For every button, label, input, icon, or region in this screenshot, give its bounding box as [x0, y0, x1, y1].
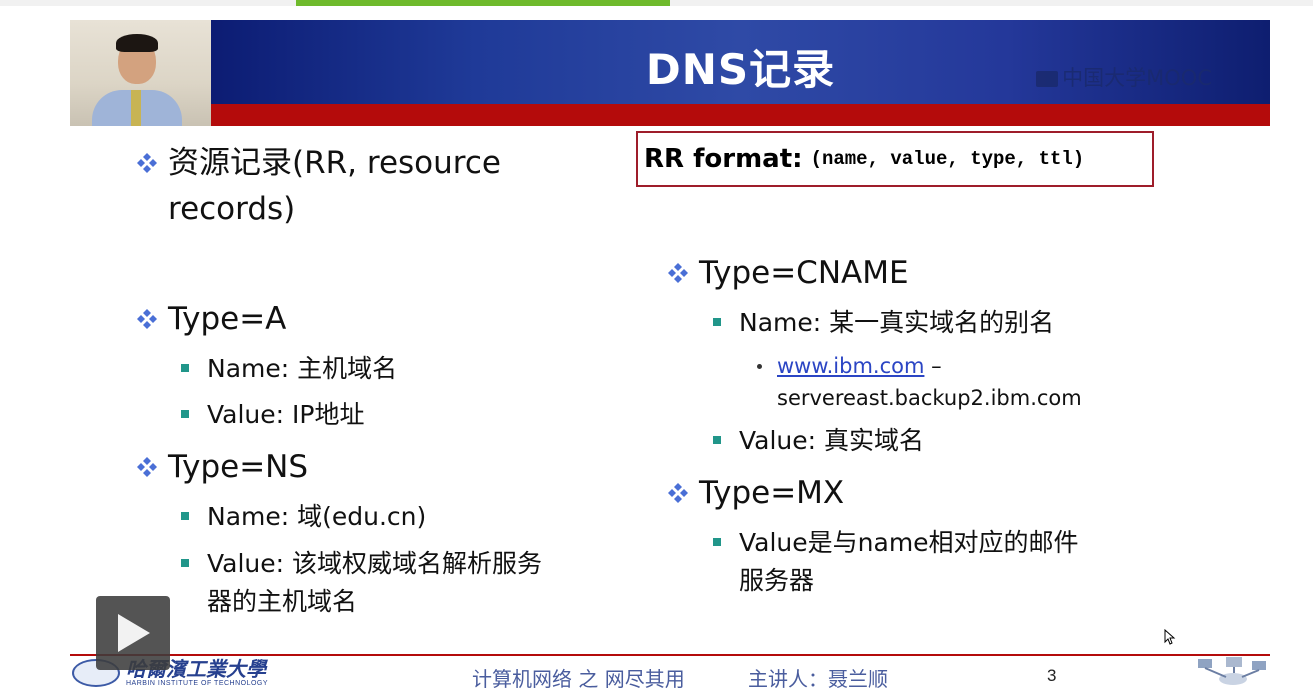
bullet-type-ns: Type=NS [137, 444, 309, 490]
square-bullet-icon [713, 538, 721, 546]
type-a-heading: Type=A [168, 301, 287, 337]
slide-header: DNS记录 中国大学MOOC [70, 20, 1270, 126]
mouse-cursor-icon [1164, 629, 1176, 645]
type-cname-name-text: Name: 某一真实域名的别名 [739, 308, 1055, 337]
type-ns-value-line-1: Value: 该域权威域名解析服务 [207, 549, 543, 578]
type-cname-value-item: Value: 真实域名 [713, 422, 925, 460]
square-bullet-icon [713, 436, 721, 444]
bullet-resource-records: 资源记录(RR, resource records) [137, 140, 501, 232]
ibm-link[interactable]: www.ibm.com [777, 354, 924, 378]
square-bullet-icon [181, 559, 189, 567]
type-ns-heading: Type=NS [168, 449, 309, 485]
diamond-bullet-icon [137, 153, 157, 173]
diamond-bullet-icon [668, 483, 688, 503]
square-bullet-icon [713, 318, 721, 326]
type-mx-value-line-2: 服务器 [739, 566, 815, 595]
type-a-value-text: Value: IP地址 [207, 400, 365, 429]
example-dash: – [924, 354, 942, 378]
rr-format-code: (name, value, type, ttl) [810, 148, 1085, 170]
video-progress-bar[interactable] [0, 0, 1313, 6]
page-number: 3 [1047, 666, 1057, 685]
video-progress-fill [296, 0, 670, 6]
network-graphic-icon [1198, 657, 1266, 685]
university-name-en: HARBIN INSTITUTE OF TECHNOLOGY [126, 680, 269, 687]
rr-format-label: RR format: [644, 144, 803, 174]
rr-line-1: 资源记录(RR, resource [168, 145, 501, 181]
type-ns-name-item: Name: 域(edu.cn) [181, 498, 427, 536]
dot-bullet-icon [757, 364, 762, 369]
type-a-name-item: Name: 主机域名 [181, 350, 398, 388]
square-bullet-icon [181, 410, 189, 418]
bullet-type-a: Type=A [137, 296, 287, 342]
type-mx-value-item: Value是与name相对应的邮件 服务器 [713, 524, 1079, 600]
lecturer-video-thumbnail [70, 20, 211, 126]
example-target: servereast.backup2.ibm.com [777, 386, 1082, 410]
type-cname-value-text: Value: 真实域名 [739, 426, 925, 455]
mooc-watermark-text: 中国大学MOOC [1062, 66, 1212, 90]
mooc-watermark: 中国大学MOOC [1036, 62, 1212, 92]
type-mx-heading: Type=MX [699, 475, 845, 511]
rr-format-box: RR format: (name, value, type, ttl) [636, 131, 1154, 187]
footer-divider [70, 654, 1270, 656]
play-icon [118, 614, 150, 652]
mooc-logo-icon [1036, 71, 1059, 87]
type-ns-value-line-2: 器的主机域名 [207, 587, 358, 616]
type-cname-name-item: Name: 某一真实域名的别名 [713, 304, 1055, 342]
bullet-type-mx: Type=MX [668, 470, 845, 516]
play-button[interactable] [96, 596, 170, 670]
cname-example-item: www.ibm.com – servereast.backup2.ibm.com [757, 350, 1082, 414]
diamond-bullet-icon [137, 457, 157, 477]
course-name: 计算机网络 之 网尽其用 [472, 667, 685, 691]
bullet-type-cname: Type=CNAME [668, 250, 909, 296]
type-a-name-text: Name: 主机域名 [207, 354, 398, 383]
square-bullet-icon [181, 364, 189, 372]
type-a-value-item: Value: IP地址 [181, 396, 365, 434]
type-ns-name-text: Name: 域(edu.cn) [207, 502, 427, 531]
diamond-bullet-icon [668, 263, 688, 283]
type-ns-value-item: Value: 该域权威域名解析服务 器的主机域名 [181, 545, 543, 621]
type-mx-value-line-1: Value是与name相对应的邮件 [739, 528, 1079, 557]
type-cname-heading: Type=CNAME [699, 255, 909, 291]
rr-line-2: records) [168, 191, 296, 227]
square-bullet-icon [181, 512, 189, 520]
presenter-name: 主讲人：聂兰顺 [748, 667, 888, 691]
diamond-bullet-icon [137, 309, 157, 329]
